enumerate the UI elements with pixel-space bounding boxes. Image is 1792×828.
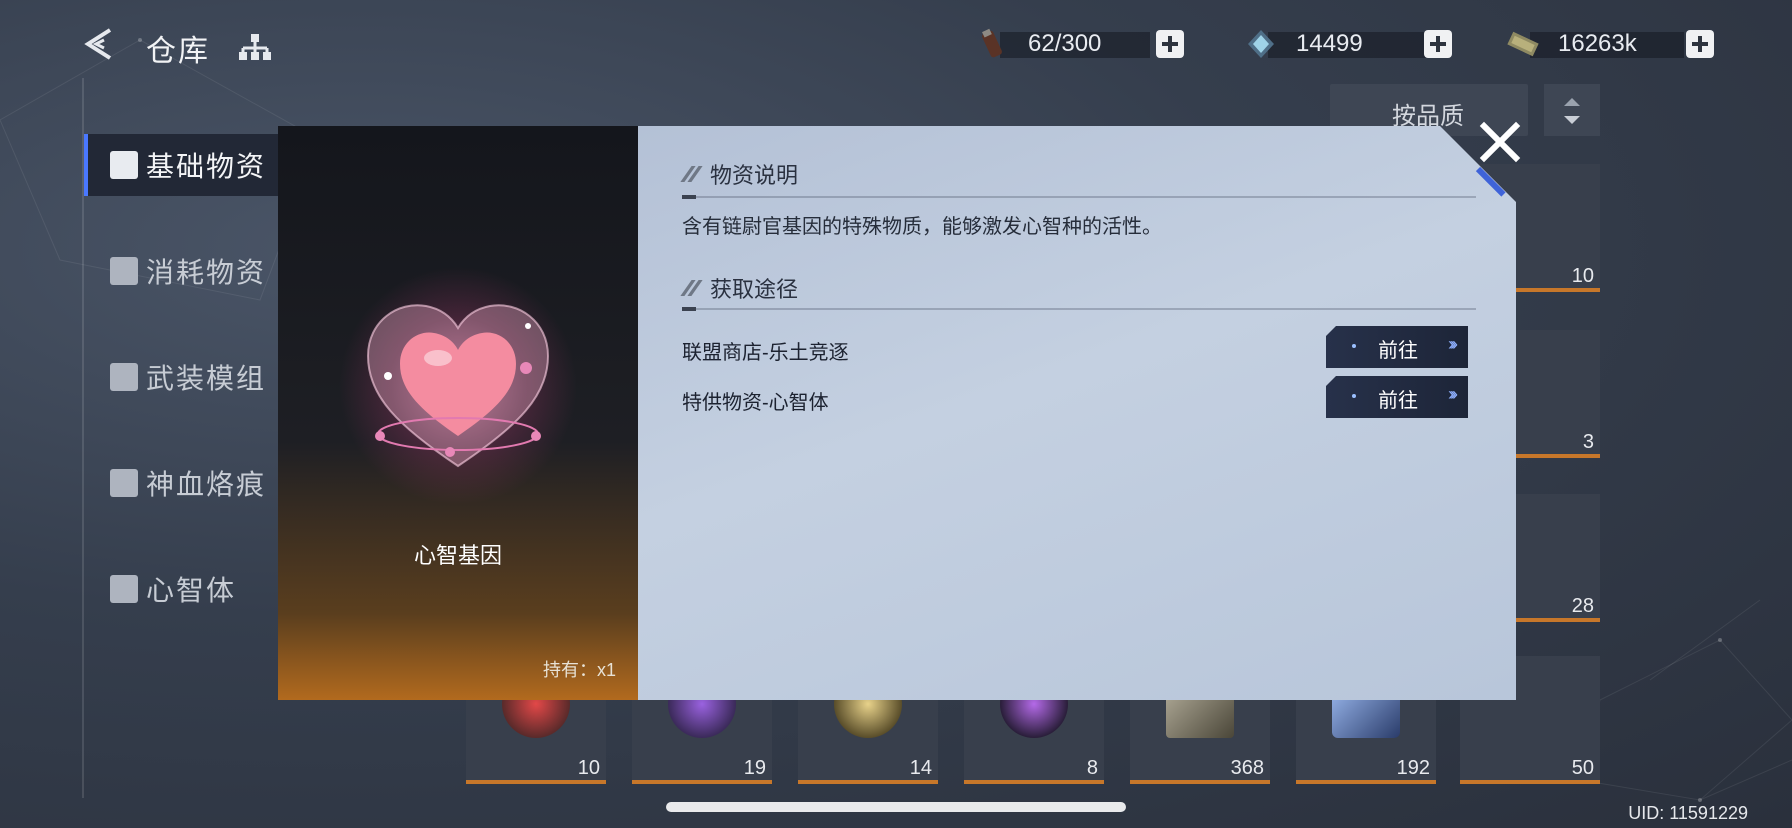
sidebar-item-armament-modules[interactable]: 武装模组	[86, 346, 276, 408]
sidebar-item-basic-materials[interactable]: 基础物资	[84, 134, 278, 196]
goto-button[interactable]: 前往 ›››	[1326, 376, 1468, 418]
sidebar-item-label: 神血烙痕	[146, 469, 267, 500]
crystal-value: 14499	[1296, 30, 1363, 57]
acquire-route-label: 联盟商店-乐土竞逐	[682, 342, 849, 364]
top-bar: 仓库 62/300 14499 16263k	[0, 0, 1792, 92]
item-count: 28	[1571, 595, 1594, 617]
item-description: 含有链尉官基因的特殊物质，能够激发心智种的活性。	[682, 216, 1162, 238]
stamina-vial-icon	[982, 28, 1002, 58]
sidebar-item-label: 消耗物资	[146, 257, 267, 288]
button-dot	[1352, 394, 1356, 398]
item-info-panel: 物资说明 含有链尉官基因的特殊物质，能够激发心智种的活性。 获取途径 联盟商店-…	[638, 126, 1516, 700]
crystal-icon	[1248, 30, 1274, 58]
sort-direction-button[interactable]	[1544, 84, 1600, 136]
sidebar-item-label: 心智体	[146, 575, 237, 606]
owned-count: 持有：x1	[542, 660, 616, 680]
back-arrow-icon[interactable]	[82, 26, 118, 62]
description-header: 物资说明	[682, 158, 798, 190]
module-icon	[110, 363, 138, 391]
acquire-header: 获取途径	[682, 272, 798, 304]
cash-icon	[1507, 31, 1539, 57]
item-count: 50	[1571, 757, 1594, 779]
description-title: 物资说明	[710, 163, 799, 188]
resource-cash: 16263k	[1506, 24, 1720, 64]
sidebar-item-consumables[interactable]: 消耗物资	[86, 240, 276, 302]
item-count: 10	[1571, 265, 1594, 287]
section-mark-icon	[682, 166, 700, 182]
section-divider	[682, 307, 1476, 311]
chevrons-right-icon: ›››	[1448, 384, 1458, 404]
add-stamina-button[interactable]	[1156, 30, 1184, 58]
cash-value: 16263k	[1558, 30, 1637, 57]
page-title: 仓库	[146, 35, 210, 68]
acquire-title: 获取途径	[710, 277, 799, 302]
add-cash-button[interactable]	[1686, 30, 1714, 58]
section-mark-icon	[682, 280, 700, 296]
item-count: 8	[1086, 757, 1098, 779]
uid-label: UID: 11591229	[1628, 803, 1748, 823]
button-dot	[1352, 344, 1356, 348]
sidebar-item-label: 基础物资	[146, 151, 267, 182]
sidebar-item-god-blood-marks[interactable]: 神血烙痕	[86, 452, 276, 514]
section-divider	[682, 195, 1476, 199]
item-count: 10	[577, 757, 600, 779]
item-count: 192	[1396, 757, 1430, 779]
sidebar-item-label: 武装模组	[146, 363, 267, 394]
goto-button[interactable]: 前往 ›››	[1326, 326, 1468, 368]
stamina-value: 62/300	[1028, 30, 1102, 57]
hierarchy-icon[interactable]	[238, 30, 272, 64]
goto-label: 前往	[1378, 340, 1418, 362]
item-count: 19	[743, 757, 766, 779]
sort-label: 按品质	[1392, 103, 1464, 130]
close-icon[interactable]	[1476, 118, 1524, 166]
resource-stamina: 62/300	[976, 24, 1186, 64]
heart-gene-icon	[366, 304, 550, 468]
home-indicator[interactable]	[666, 802, 1126, 812]
goto-label: 前往	[1378, 390, 1418, 412]
acquire-route-label: 特供物资-心智体	[682, 392, 829, 414]
star-stamp-icon	[110, 469, 138, 497]
mind-body-icon	[110, 575, 138, 603]
sidebar-item-mind-body[interactable]: 心智体	[86, 558, 276, 620]
item-count: 14	[909, 757, 932, 779]
item-preview-panel: 心智基因 持有：x1	[278, 126, 638, 700]
item-name: 心智基因	[413, 543, 502, 568]
add-crystal-button[interactable]	[1424, 30, 1452, 58]
chevrons-right-icon: ›››	[1448, 334, 1458, 354]
cube-icon	[110, 151, 138, 179]
resource-crystal: 14499	[1244, 24, 1484, 64]
item-count: 368	[1230, 757, 1264, 779]
item-count: 3	[1582, 431, 1594, 453]
battery-box-icon	[110, 257, 138, 285]
